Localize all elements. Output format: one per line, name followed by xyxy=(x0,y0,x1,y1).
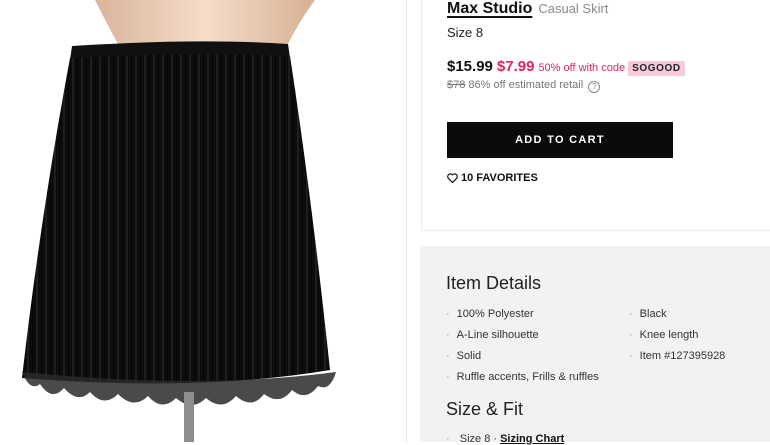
detail-color: Black xyxy=(629,307,725,328)
item-details-panel: Item Details 100% Polyester A-Line silho… xyxy=(420,246,770,445)
detail-accents: Ruffle accents, Frills & ruffles xyxy=(446,370,599,391)
details-list-left: 100% Polyester A-Line silhouette Solid R… xyxy=(446,307,599,391)
detail-material: 100% Polyester xyxy=(446,307,599,328)
favorites-button[interactable]: 10 FAVORITES xyxy=(447,172,538,184)
size-fit-row: Size 8 · Sizing Chart xyxy=(446,433,565,445)
purchase-card: Max Studio Casual Skirt Size 8 $15.99 $7.9… xyxy=(421,0,770,231)
info-circle-icon[interactable]: ? xyxy=(588,81,601,93)
mannequin-stand xyxy=(184,392,194,442)
detail-item-number: Item #127395928 xyxy=(629,349,726,370)
discount-text: 50% off with code xyxy=(538,62,626,74)
skirt-illustration xyxy=(22,0,336,442)
brand-link[interactable]: Max Studio xyxy=(447,0,532,17)
heart-outline-icon xyxy=(447,173,458,184)
sizing-chart-link[interactable]: Sizing Chart xyxy=(500,433,564,445)
product-image[interactable] xyxy=(0,0,406,442)
price-row: $15.99 $7.99 50% off with code SOGOOD xyxy=(447,58,685,76)
product-type: Casual Skirt xyxy=(538,1,609,16)
retail-price: $78 xyxy=(447,79,466,91)
mannequin-torso xyxy=(95,0,315,44)
sale-price: $7.99 xyxy=(496,58,535,75)
skirt-body xyxy=(22,54,330,384)
list-price: $15.99 xyxy=(447,58,493,75)
detail-silhouette: A-Line silhouette xyxy=(446,328,599,349)
product-title: Max Studio Casual Skirt xyxy=(447,0,608,18)
detail-length: Knee length xyxy=(629,328,725,349)
size-fit-value: Size 8 xyxy=(459,433,491,445)
add-to-cart-button[interactable]: ADD TO CART xyxy=(447,122,673,158)
retail-row: $78 86% off estimated retail ? xyxy=(447,79,601,93)
promo-code-badge: SOGOOD xyxy=(628,61,685,76)
product-size: Size 8 xyxy=(447,25,484,40)
column-divider xyxy=(406,0,407,442)
detail-pattern: Solid xyxy=(446,349,599,370)
item-details-heading: Item Details xyxy=(446,273,542,293)
favorites-count: 10 FAVORITES xyxy=(461,172,538,184)
size-fit-heading: Size & Fit xyxy=(446,399,524,419)
details-list-right: Black Knee length Item #127395928 xyxy=(629,307,726,370)
retail-discount-text: 86% off estimated retail xyxy=(468,79,584,91)
